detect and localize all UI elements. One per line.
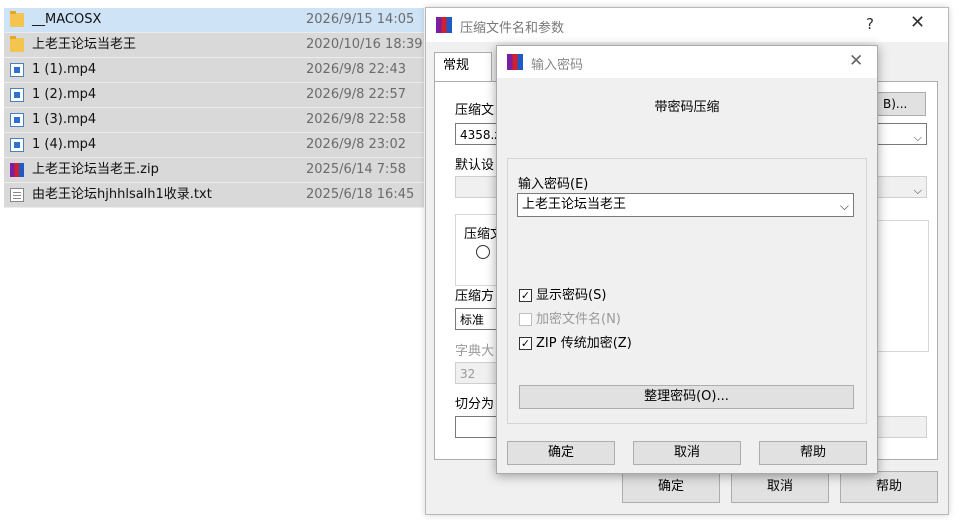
dialog-title: 压缩文件名和参数	[460, 21, 565, 36]
set-password-button[interactable]	[875, 416, 927, 438]
file-row[interactable]: 1 (3).mp4 2026/9/8 22:58	[4, 108, 424, 133]
close-icon[interactable]: ✕	[849, 51, 863, 71]
help-icon[interactable]: ?	[866, 15, 874, 33]
file-row[interactable]: 1 (1).mp4 2026/9/8 22:43	[4, 58, 424, 83]
title-bar[interactable]: 压缩文件名和参数 ? ✕	[426, 8, 948, 42]
chevron-down-icon[interactable]: ⌵	[840, 195, 849, 217]
profile-label: 默认设	[455, 158, 495, 173]
chevron-down-icon: ⌵	[913, 184, 922, 197]
file-row[interactable]: 1 (2).mp4 2026/9/8 22:57	[4, 83, 424, 108]
update-mode-dropdown[interactable]: ⌵	[875, 176, 927, 198]
cancel-button[interactable]: 取消	[731, 471, 829, 503]
file-date: 2026/9/8 22:58	[306, 112, 406, 127]
checkbox-checked[interactable]: ✓	[519, 289, 532, 302]
password-dialog: 输入密码 ✕ 带密码压缩 输入密码(E) 上老王论坛当老王 ⌵ ✓ 显示密码(S…	[496, 45, 878, 474]
format-radio[interactable]	[476, 245, 490, 259]
file-date: 2020/10/16 18:39	[306, 37, 423, 52]
file-row[interactable]: __MACOSX 2026/9/15 14:05	[4, 8, 424, 33]
file-name: __MACOSX	[32, 12, 102, 27]
title-bar[interactable]: 输入密码 ✕	[497, 46, 877, 78]
cancel-button[interactable]: 取消	[633, 441, 741, 465]
video-file-icon	[10, 63, 24, 77]
winrar-archive-icon	[10, 163, 24, 177]
file-name: 1 (4).mp4	[32, 137, 97, 152]
split-label: 切分为	[455, 397, 495, 412]
dialog-title: 输入密码	[531, 58, 584, 73]
tab-general[interactable]: 常规	[434, 52, 492, 82]
checkbox-label: 加密文件名(N)	[536, 312, 621, 327]
checkbox-checked[interactable]: ✓	[519, 337, 532, 350]
checkbox-label: 显示密码(S)	[536, 288, 607, 303]
file-name: 由老王论坛hjhhlsalh1收录.txt	[32, 187, 212, 202]
file-date: 2026/9/8 22:57	[306, 87, 406, 102]
file-list: __MACOSX 2026/9/15 14:05 上老王论坛当老王 2020/1…	[4, 8, 424, 208]
video-file-icon	[10, 113, 24, 127]
archive-name-dropdown[interactable]: ⌵	[875, 123, 927, 145]
password-input[interactable]: 上老王论坛当老王 ⌵	[517, 193, 854, 217]
options-group	[875, 220, 929, 352]
organize-passwords-button[interactable]: 整理密码(O)...	[519, 385, 854, 409]
file-name: 上老王论坛当老王.zip	[32, 162, 159, 177]
help-button[interactable]: 帮助	[840, 471, 938, 503]
folder-icon	[10, 11, 24, 27]
help-button[interactable]: 帮助	[759, 441, 867, 465]
file-row[interactable]: 上老王论坛当老王.zip 2025/6/14 7:58	[4, 158, 424, 183]
file-row[interactable]: 由老王论坛hjhhlsalh1收录.txt 2025/6/18 16:45	[4, 183, 424, 208]
video-file-icon	[10, 138, 24, 152]
file-name: 1 (3).mp4	[32, 112, 97, 127]
close-icon[interactable]: ✕	[910, 12, 925, 33]
file-name: 1 (2).mp4	[32, 87, 97, 102]
file-date: 2026/9/15 14:05	[306, 12, 415, 27]
video-file-icon	[10, 88, 24, 102]
file-date: 2025/6/14 7:58	[306, 162, 406, 177]
file-name: 1 (1).mp4	[32, 62, 97, 77]
checkbox-label: ZIP 传统加密(Z)	[536, 336, 632, 351]
folder-icon	[10, 36, 24, 52]
chevron-down-icon: ⌵	[913, 131, 922, 144]
checkbox-unchecked	[519, 313, 532, 326]
file-row[interactable]: 上老王论坛当老王 2020/10/16 18:39	[4, 33, 424, 58]
file-date: 2026/9/8 23:02	[306, 137, 406, 152]
winrar-icon	[507, 54, 523, 70]
archive-name-label: 压缩文	[455, 103, 495, 118]
ok-button[interactable]: 确定	[622, 471, 720, 503]
dialog-heading: 带密码压缩	[654, 100, 720, 115]
file-name: 上老王论坛当老王	[32, 37, 137, 52]
password-value: 上老王论坛当老王	[522, 197, 627, 212]
file-row[interactable]: 1 (4).mp4 2026/9/8 23:02	[4, 133, 424, 158]
file-date: 2026/9/8 22:43	[306, 62, 406, 77]
method-label: 压缩方	[455, 289, 495, 304]
winrar-icon	[436, 17, 452, 33]
file-date: 2025/6/18 16:45	[306, 187, 415, 202]
ok-button[interactable]: 确定	[507, 441, 615, 465]
dictionary-label: 字典大	[455, 344, 495, 359]
text-file-icon	[10, 188, 24, 202]
browse-button[interactable]: B)...	[876, 92, 926, 116]
password-label: 输入密码(E)	[518, 177, 589, 192]
